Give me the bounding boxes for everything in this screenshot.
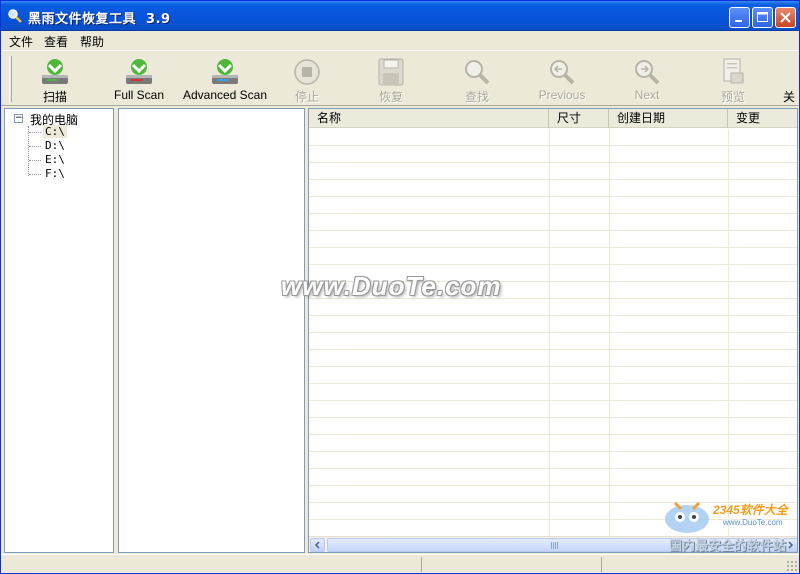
- next-find-icon: [635, 60, 660, 85]
- column-divider: [609, 129, 610, 537]
- column-divider: [549, 129, 550, 537]
- window-title: 黑雨文件恢复工具 3.9: [28, 12, 171, 27]
- next-label: Next: [634, 88, 660, 102]
- maximize-icon: [757, 12, 768, 22]
- drive-advanced-scan-icon: [212, 59, 238, 84]
- scan-label: 扫描: [42, 90, 67, 104]
- tree-item-label[interactable]: D:\: [43, 139, 67, 152]
- menu-view[interactable]: 查看: [44, 33, 68, 50]
- stop-label: 停止: [294, 90, 319, 104]
- column-divider: [728, 129, 729, 537]
- minimize-icon: [735, 20, 742, 22]
- preview-label: 预览: [720, 90, 745, 104]
- tree-connector-h: [29, 174, 41, 175]
- logo-brand-text: 2345软件大全: [713, 503, 788, 517]
- mascot-logo-icon: [665, 501, 709, 533]
- toolbar-grip[interactable]: [9, 56, 12, 102]
- preview-icon: [723, 58, 744, 84]
- find-label: 查找: [464, 90, 489, 104]
- drive-scan-icon: [42, 59, 68, 84]
- column-header-modified[interactable]: 变更: [728, 109, 797, 128]
- column-header-size[interactable]: 尺寸: [549, 109, 609, 128]
- status-bar: [1, 554, 799, 573]
- close-button[interactable]: [775, 7, 796, 28]
- logo-url-text: www.DuoTe.com: [723, 518, 783, 527]
- tree-item-label[interactable]: F:\: [43, 167, 67, 180]
- recover-button[interactable]: 恢复: [361, 55, 421, 104]
- minimize-button[interactable]: [729, 7, 750, 28]
- preview-button[interactable]: 预览: [703, 55, 763, 104]
- find-button[interactable]: 查找: [447, 55, 507, 104]
- menu-file[interactable]: 文件: [9, 33, 33, 50]
- tree-connector-h: [29, 160, 41, 161]
- close-tool-button[interactable]: 关: [777, 55, 799, 103]
- column-header-created[interactable]: 创建日期: [609, 109, 728, 128]
- watermark-text: www.DuoTe.com: [281, 271, 502, 301]
- file-list-header: 名称 尺寸 创建日期 变更: [309, 109, 797, 128]
- column-header-name[interactable]: 名称: [309, 109, 549, 128]
- find-magnifier-icon: [465, 60, 490, 85]
- chevron-left-icon: [314, 541, 320, 549]
- drive-tree[interactable]: − 我的电脑 C:\ D:\ E:\ F:\: [4, 108, 114, 553]
- resize-grip-icon[interactable]: [786, 560, 797, 571]
- folder-pane[interactable]: [118, 108, 305, 553]
- next-button[interactable]: Next: [617, 55, 677, 103]
- full-scan-label: Full Scan: [113, 88, 165, 102]
- site-logo-watermark: 2345软件大全 www.DuoTe.com 国内最安全的软件站: [661, 493, 800, 554]
- app-window: 黑雨文件恢复工具 3.9 文件 查看 帮助 扫描 Full Scan Advan…: [0, 0, 800, 574]
- tree-connector-h: [29, 146, 41, 147]
- drive-full-scan-icon: [126, 59, 152, 84]
- menu-help[interactable]: 帮助: [80, 33, 104, 50]
- file-list-grid[interactable]: [309, 129, 797, 537]
- menu-bar: 文件 查看 帮助: [1, 31, 799, 51]
- advanced-scan-button[interactable]: Advanced Scan: [181, 55, 269, 103]
- maximize-button[interactable]: [752, 7, 773, 28]
- full-scan-button[interactable]: Full Scan: [107, 55, 171, 103]
- tree-item-label[interactable]: E:\: [43, 153, 67, 166]
- recover-label: 恢复: [378, 90, 403, 104]
- logo-slogan-text: 国内最安全的软件站: [669, 539, 787, 554]
- scan-button[interactable]: 扫描: [23, 55, 87, 104]
- toolbar: 扫描 Full Scan Advanced Scan 停止 恢复 查找 Prev…: [1, 52, 799, 106]
- stop-button[interactable]: 停止: [277, 55, 337, 104]
- file-list[interactable]: 名称 尺寸 创建日期 变更: [308, 108, 798, 553]
- tree-item-label[interactable]: C:\: [43, 125, 67, 138]
- tree-collapse-toggle[interactable]: −: [14, 114, 23, 123]
- scroll-grip-icon: [550, 542, 559, 549]
- title-bar[interactable]: 黑雨文件恢复工具 3.9: [1, 1, 799, 31]
- previous-button[interactable]: Previous: [531, 55, 593, 103]
- status-panel-divider: [421, 557, 422, 572]
- close-icon: [780, 12, 791, 23]
- floppy-save-icon: [378, 58, 404, 86]
- status-panel-divider: [601, 557, 602, 572]
- scroll-left-button[interactable]: [310, 538, 325, 552]
- tree-connector: [28, 126, 29, 176]
- magnifier-icon: [8, 9, 22, 23]
- advanced-scan-label: Advanced Scan: [182, 88, 268, 102]
- stop-icon: [294, 59, 320, 85]
- close-tool-label: 关: [783, 90, 796, 103]
- previous-label: Previous: [538, 88, 586, 102]
- tree-connector-h: [29, 132, 41, 133]
- previous-find-icon: [550, 60, 575, 85]
